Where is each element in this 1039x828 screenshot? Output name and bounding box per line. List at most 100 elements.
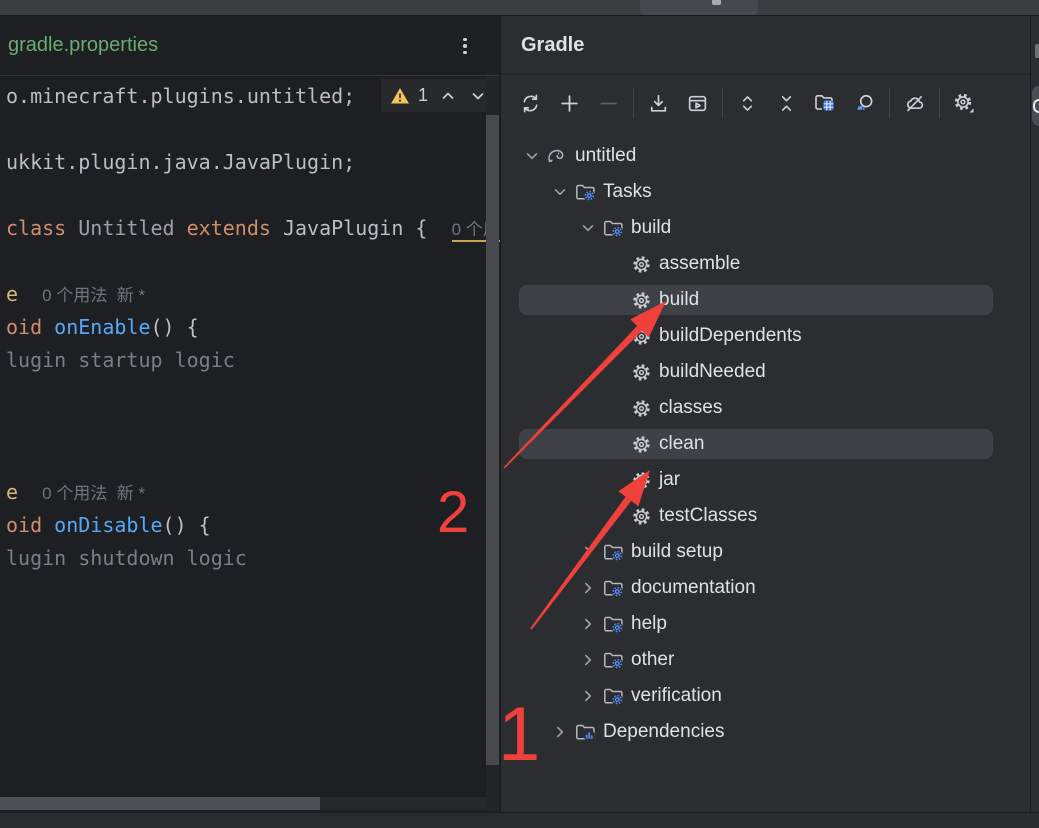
chevron-spacer (603, 253, 629, 275)
code-token: o.minecraft.plugins.untitled; (6, 84, 355, 108)
chevron-spacer (603, 397, 629, 419)
chevron-right-icon[interactable] (575, 649, 601, 671)
status-strip (0, 812, 1039, 828)
chevron-spacer (603, 505, 629, 527)
code-line[interactable]: e 0 个用法 新 * (6, 278, 145, 311)
title-bar-fragment (640, 0, 758, 15)
chevron-right-icon[interactable] (547, 721, 573, 743)
tree-item-label: build setup (631, 541, 723, 563)
code-token (18, 282, 42, 306)
vertical-scrollbar-thumb[interactable] (486, 115, 499, 765)
chevron-down-icon[interactable] (575, 217, 601, 239)
gear-icon (629, 469, 653, 491)
folder-gear-icon (573, 181, 597, 203)
sync-icon[interactable] (516, 89, 544, 117)
code-line[interactable]: e 0 个用法 新 * (6, 476, 145, 509)
toolbar-separator (889, 88, 890, 118)
tree-item-help[interactable]: help (501, 606, 1030, 642)
settings-gear-icon[interactable] (950, 89, 978, 117)
chevron-right-icon[interactable] (575, 685, 601, 707)
tree-item-clean[interactable]: clean (501, 426, 1030, 462)
code-token: e (6, 282, 18, 306)
tree-item-tasks[interactable]: Tasks (501, 174, 1030, 210)
tree-item-label: Dependencies (603, 721, 724, 743)
gradle-icon (545, 145, 569, 167)
code-line[interactable]: o.minecraft.plugins.untitled; (6, 80, 355, 113)
horizontal-scrollbar-thumb[interactable] (0, 797, 320, 810)
folder-gear-icon (601, 685, 625, 707)
tree-item-untitled[interactable]: untitled (501, 138, 1030, 174)
chevron-right-icon[interactable] (575, 541, 601, 563)
expand-all-icon[interactable] (733, 89, 761, 117)
chevron-right-icon[interactable] (575, 577, 601, 599)
code-token: Untitled (78, 216, 174, 240)
run-task-icon[interactable] (683, 89, 711, 117)
chevron-spacer (603, 361, 629, 383)
kebab-menu-icon[interactable] (452, 33, 478, 59)
code-token: 0 个用法 新 * (42, 286, 145, 305)
code-line[interactable]: class Untitled extends JavaPlugin { 0 个用 (6, 212, 500, 245)
code-line[interactable]: oid onDisable() { (6, 509, 211, 542)
code-token (175, 216, 187, 240)
tree-item-build-setup[interactable]: build setup (501, 534, 1030, 570)
tree-item-label: build (631, 217, 671, 239)
editor-tab-bar: gradle.properties (0, 16, 500, 76)
gear-icon (629, 505, 653, 527)
code-token: () { (163, 513, 211, 537)
download-sources-icon[interactable] (644, 89, 672, 117)
tree-item-label: buildDependents (659, 325, 802, 347)
gear-icon (629, 289, 653, 311)
gradle-panel-title: Gradle (521, 34, 584, 57)
plus-icon[interactable] (555, 89, 583, 117)
toolbar-separator (633, 88, 634, 118)
tree-item-jar[interactable]: jar (501, 462, 1030, 498)
tree-item-label: help (631, 613, 667, 635)
toolbar-separator (722, 88, 723, 118)
code-line[interactable]: oid onEnable() { (6, 311, 199, 344)
stripe-mini-icon (1035, 44, 1039, 58)
tree-item-label: clean (659, 433, 704, 455)
folder-chart-icon (573, 721, 597, 743)
horizontal-scrollbar-track (320, 797, 486, 810)
prev-warning-icon[interactable] (436, 84, 460, 108)
gradle-toolbar (501, 75, 1030, 131)
tree-item-label: jar (659, 469, 680, 491)
tree-item-classes[interactable]: classes (501, 390, 1030, 426)
chevron-right-icon[interactable] (575, 613, 601, 635)
code-token: 0 个用法 新 * (42, 484, 145, 503)
tree-item-other[interactable]: other (501, 642, 1030, 678)
folder-gear-icon (601, 649, 625, 671)
dependency-analyzer-icon[interactable] (850, 89, 878, 117)
code-line[interactable]: lugin shutdown logic (6, 542, 247, 575)
code-token (18, 480, 42, 504)
tree-item-label: assemble (659, 253, 740, 275)
code-token: extends (187, 216, 271, 240)
editor-vertical-scrollbar[interactable] (486, 76, 499, 811)
tree-item-assemble[interactable]: assemble (501, 246, 1030, 282)
tree-item-buildneeded[interactable]: buildNeeded (501, 354, 1030, 390)
tree-item-verification[interactable]: verification (501, 678, 1030, 714)
tree-item-label: other (631, 649, 674, 671)
chevron-down-icon[interactable] (547, 181, 573, 203)
offline-mode-icon[interactable] (900, 89, 928, 117)
tree-item-build[interactable]: build (501, 282, 1030, 318)
folder-gear-icon (601, 217, 625, 239)
gradle-tree: untitledTasks build assemble build buildDepe… (501, 138, 1030, 750)
code-line[interactable]: lugin startup logic (6, 344, 235, 377)
gear-icon (629, 361, 653, 383)
code-line[interactable]: ukkit.plugin.java.JavaPlugin; (6, 146, 355, 179)
tree-item-dependencies[interactable]: Dependencies (501, 714, 1030, 750)
chevron-down-icon[interactable] (519, 145, 545, 167)
tree-item-build[interactable]: build (501, 210, 1030, 246)
tree-item-label: classes (659, 397, 722, 419)
tab-gradle-properties[interactable]: gradle.properties (8, 34, 158, 57)
code-area[interactable]: lugin shutdown logicoid onDisable() {e 0… (0, 76, 500, 811)
chevron-spacer (603, 289, 629, 311)
tree-item-label: build (659, 289, 699, 311)
group-modules-icon[interactable] (811, 89, 839, 117)
tree-item-documentation[interactable]: documentation (501, 570, 1030, 606)
right-tool-stripe (1030, 16, 1039, 812)
tree-item-testclasses[interactable]: testClasses (501, 498, 1030, 534)
tree-item-builddependents[interactable]: buildDependents (501, 318, 1030, 354)
collapse-all-icon[interactable] (772, 89, 800, 117)
